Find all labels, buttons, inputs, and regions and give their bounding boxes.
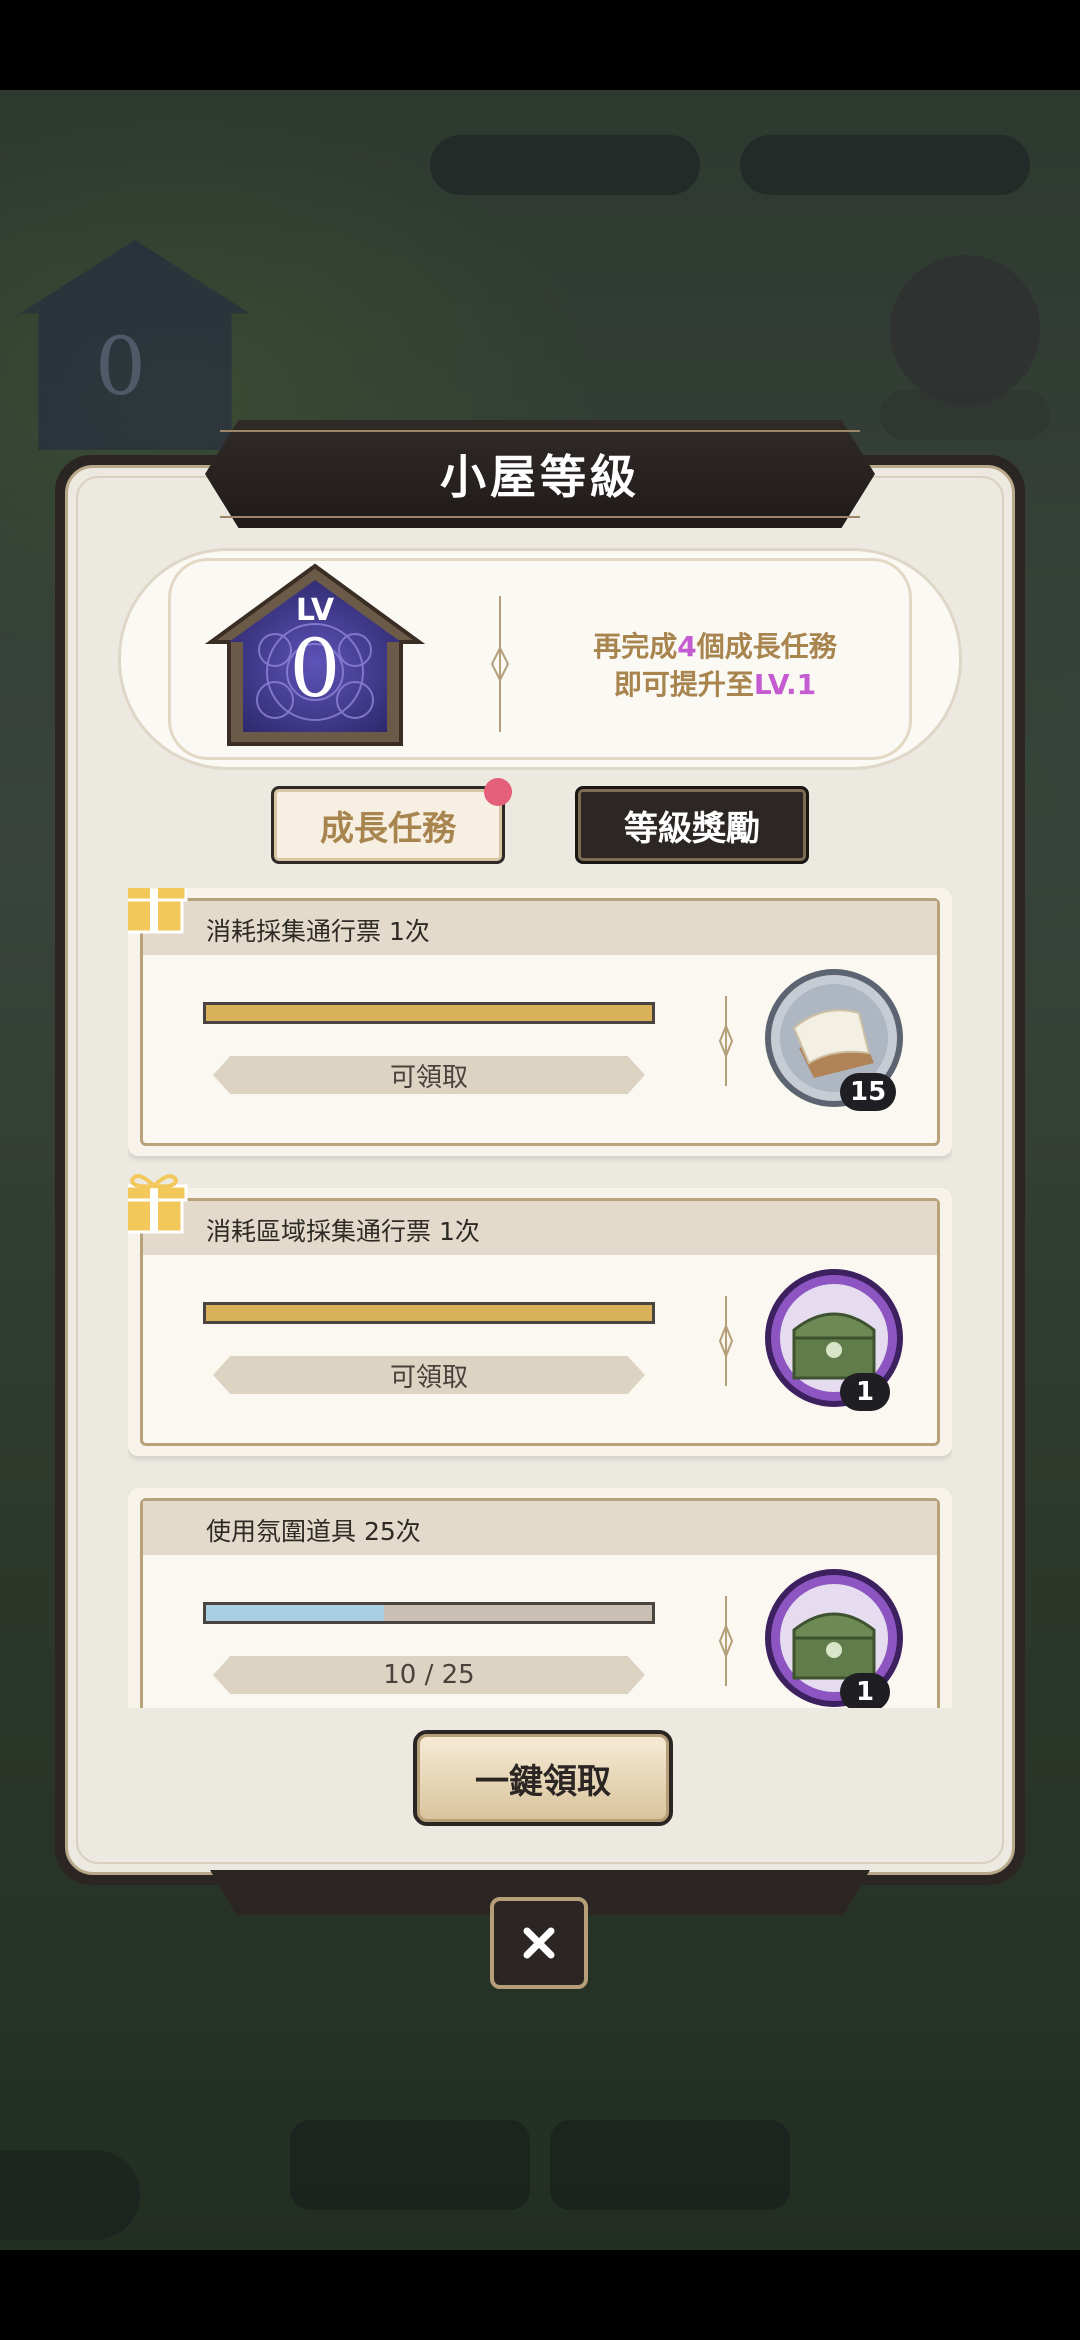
gift-icon	[128, 888, 188, 934]
remaining-task-count: 4	[677, 630, 697, 663]
task-progress-bar	[203, 1302, 655, 1324]
dialog-title: 小屋等級	[440, 450, 640, 504]
level-value: 0	[289, 622, 341, 715]
reward-count: 15	[840, 1073, 897, 1111]
claim-status[interactable]: 可領取	[213, 1356, 645, 1394]
reward-count: 1	[840, 1673, 890, 1708]
close-icon	[523, 1927, 555, 1959]
ornament-divider	[718, 1296, 734, 1386]
progress-count: 10 / 25	[213, 1656, 645, 1694]
reward-count: 1	[840, 1373, 890, 1411]
tab-growth-tasks[interactable]: 成長任務	[271, 786, 505, 864]
claim-all-button[interactable]: 一鍵領取	[413, 1730, 673, 1826]
ornament-divider	[718, 996, 734, 1086]
task-list[interactable]: 消耗採集通行票 1次 可領取 15 消耗區域採集通行票 1次 可領取 1 使用氛…	[128, 888, 952, 1708]
target-level: LV.1	[753, 668, 817, 701]
ornament-divider	[490, 596, 510, 732]
close-button[interactable]	[490, 1897, 588, 1989]
tab-level-rewards[interactable]: 等級獎勵	[575, 786, 809, 864]
claim-status[interactable]: 可領取	[213, 1056, 645, 1094]
task-progress-bar	[203, 1002, 655, 1024]
task-card: 消耗區域採集通行票 1次 可領取 1	[128, 1174, 952, 1456]
task-title: 使用氛圍道具 25次	[206, 1517, 421, 1546]
ornament-divider	[718, 1596, 734, 1686]
level-up-hint: 再完成4個成長任務 即可提升至LV.1	[593, 630, 837, 701]
task-card: 使用氛圍道具 25次 10 / 25 1	[128, 1488, 952, 1708]
notification-dot	[484, 778, 512, 806]
task-title: 消耗區域採集通行票 1次	[206, 1217, 480, 1246]
task-title: 消耗採集通行票 1次	[206, 917, 430, 946]
task-card: 消耗採集通行票 1次 可領取 15	[128, 888, 952, 1156]
gift-icon	[128, 1174, 188, 1234]
task-progress-bar	[203, 1602, 655, 1624]
